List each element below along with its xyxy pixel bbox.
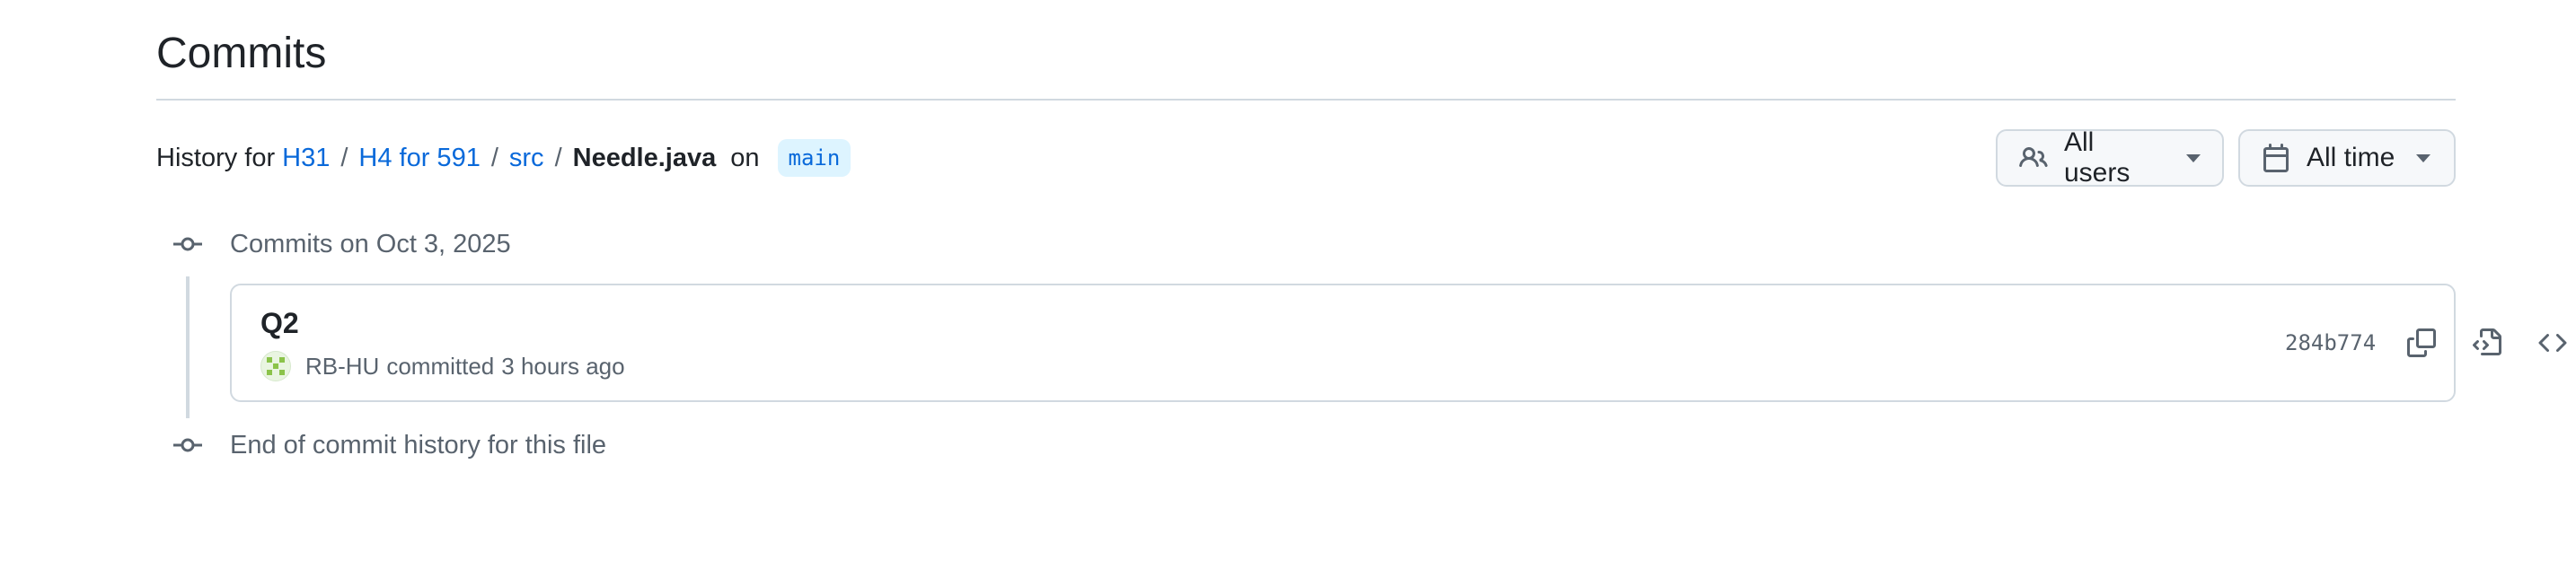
copy-sha-button[interactable] [2405, 327, 2438, 359]
browse-repo-button[interactable] [2536, 327, 2569, 359]
breadcrumb-file: Needle.java [572, 143, 717, 172]
end-of-history-text: End of commit history for this file [230, 431, 607, 460]
view-file-button[interactable] [2471, 327, 2503, 359]
branch-badge[interactable]: main [777, 139, 851, 177]
chevron-down-icon [2416, 153, 2431, 162]
commit-node-icon [173, 438, 202, 452]
all-time-label: All time [2307, 143, 2395, 172]
breadcrumb-link-src[interactable]: src [509, 144, 544, 173]
history-prefix: History for [156, 143, 276, 172]
code-icon [2538, 328, 2567, 357]
timeline-line [186, 276, 190, 418]
commit-row: Q2 RB-HU committed 3 hours ago 284b774 [230, 284, 2567, 402]
commit-title-link[interactable]: Q2 [260, 305, 299, 341]
commit-action: committed [386, 353, 495, 380]
branch-on-label: on [730, 143, 760, 172]
chevron-down-icon [2186, 153, 2201, 162]
commit-sha-link[interactable]: 284b774 [2285, 327, 2376, 359]
all-time-filter-button[interactable]: All time [2238, 129, 2456, 187]
commit-author-link[interactable]: RB-HU [305, 350, 379, 382]
breadcrumb-link-folder[interactable]: H4 for 591 [358, 144, 480, 173]
breadcrumb-link-repo[interactable]: H31 [282, 144, 330, 173]
calendar-icon [2262, 144, 2290, 172]
page-title: Commits [156, 30, 327, 77]
all-users-label: All users [2064, 127, 2130, 188]
title-divider [156, 99, 2456, 101]
commit-time: 3 hours ago [501, 353, 625, 380]
breadcrumb-separator: / [490, 143, 498, 172]
breadcrumb-separator: / [340, 143, 348, 172]
commit-group-heading: Commits on Oct 3, 2025 [230, 230, 511, 258]
copy-icon [2407, 328, 2436, 357]
breadcrumb-separator: / [554, 143, 562, 172]
commit-meta: RB-HU committed 3 hours ago [260, 350, 625, 382]
file-code-icon [2473, 328, 2501, 357]
all-users-filter-button[interactable]: All users [1996, 127, 2224, 188]
history-breadcrumb: History for H31 / H4 for 591 / src / Nee… [156, 136, 851, 179]
avatar[interactable] [260, 351, 291, 381]
people-icon [2019, 144, 2048, 172]
commit-node-icon [173, 237, 202, 251]
